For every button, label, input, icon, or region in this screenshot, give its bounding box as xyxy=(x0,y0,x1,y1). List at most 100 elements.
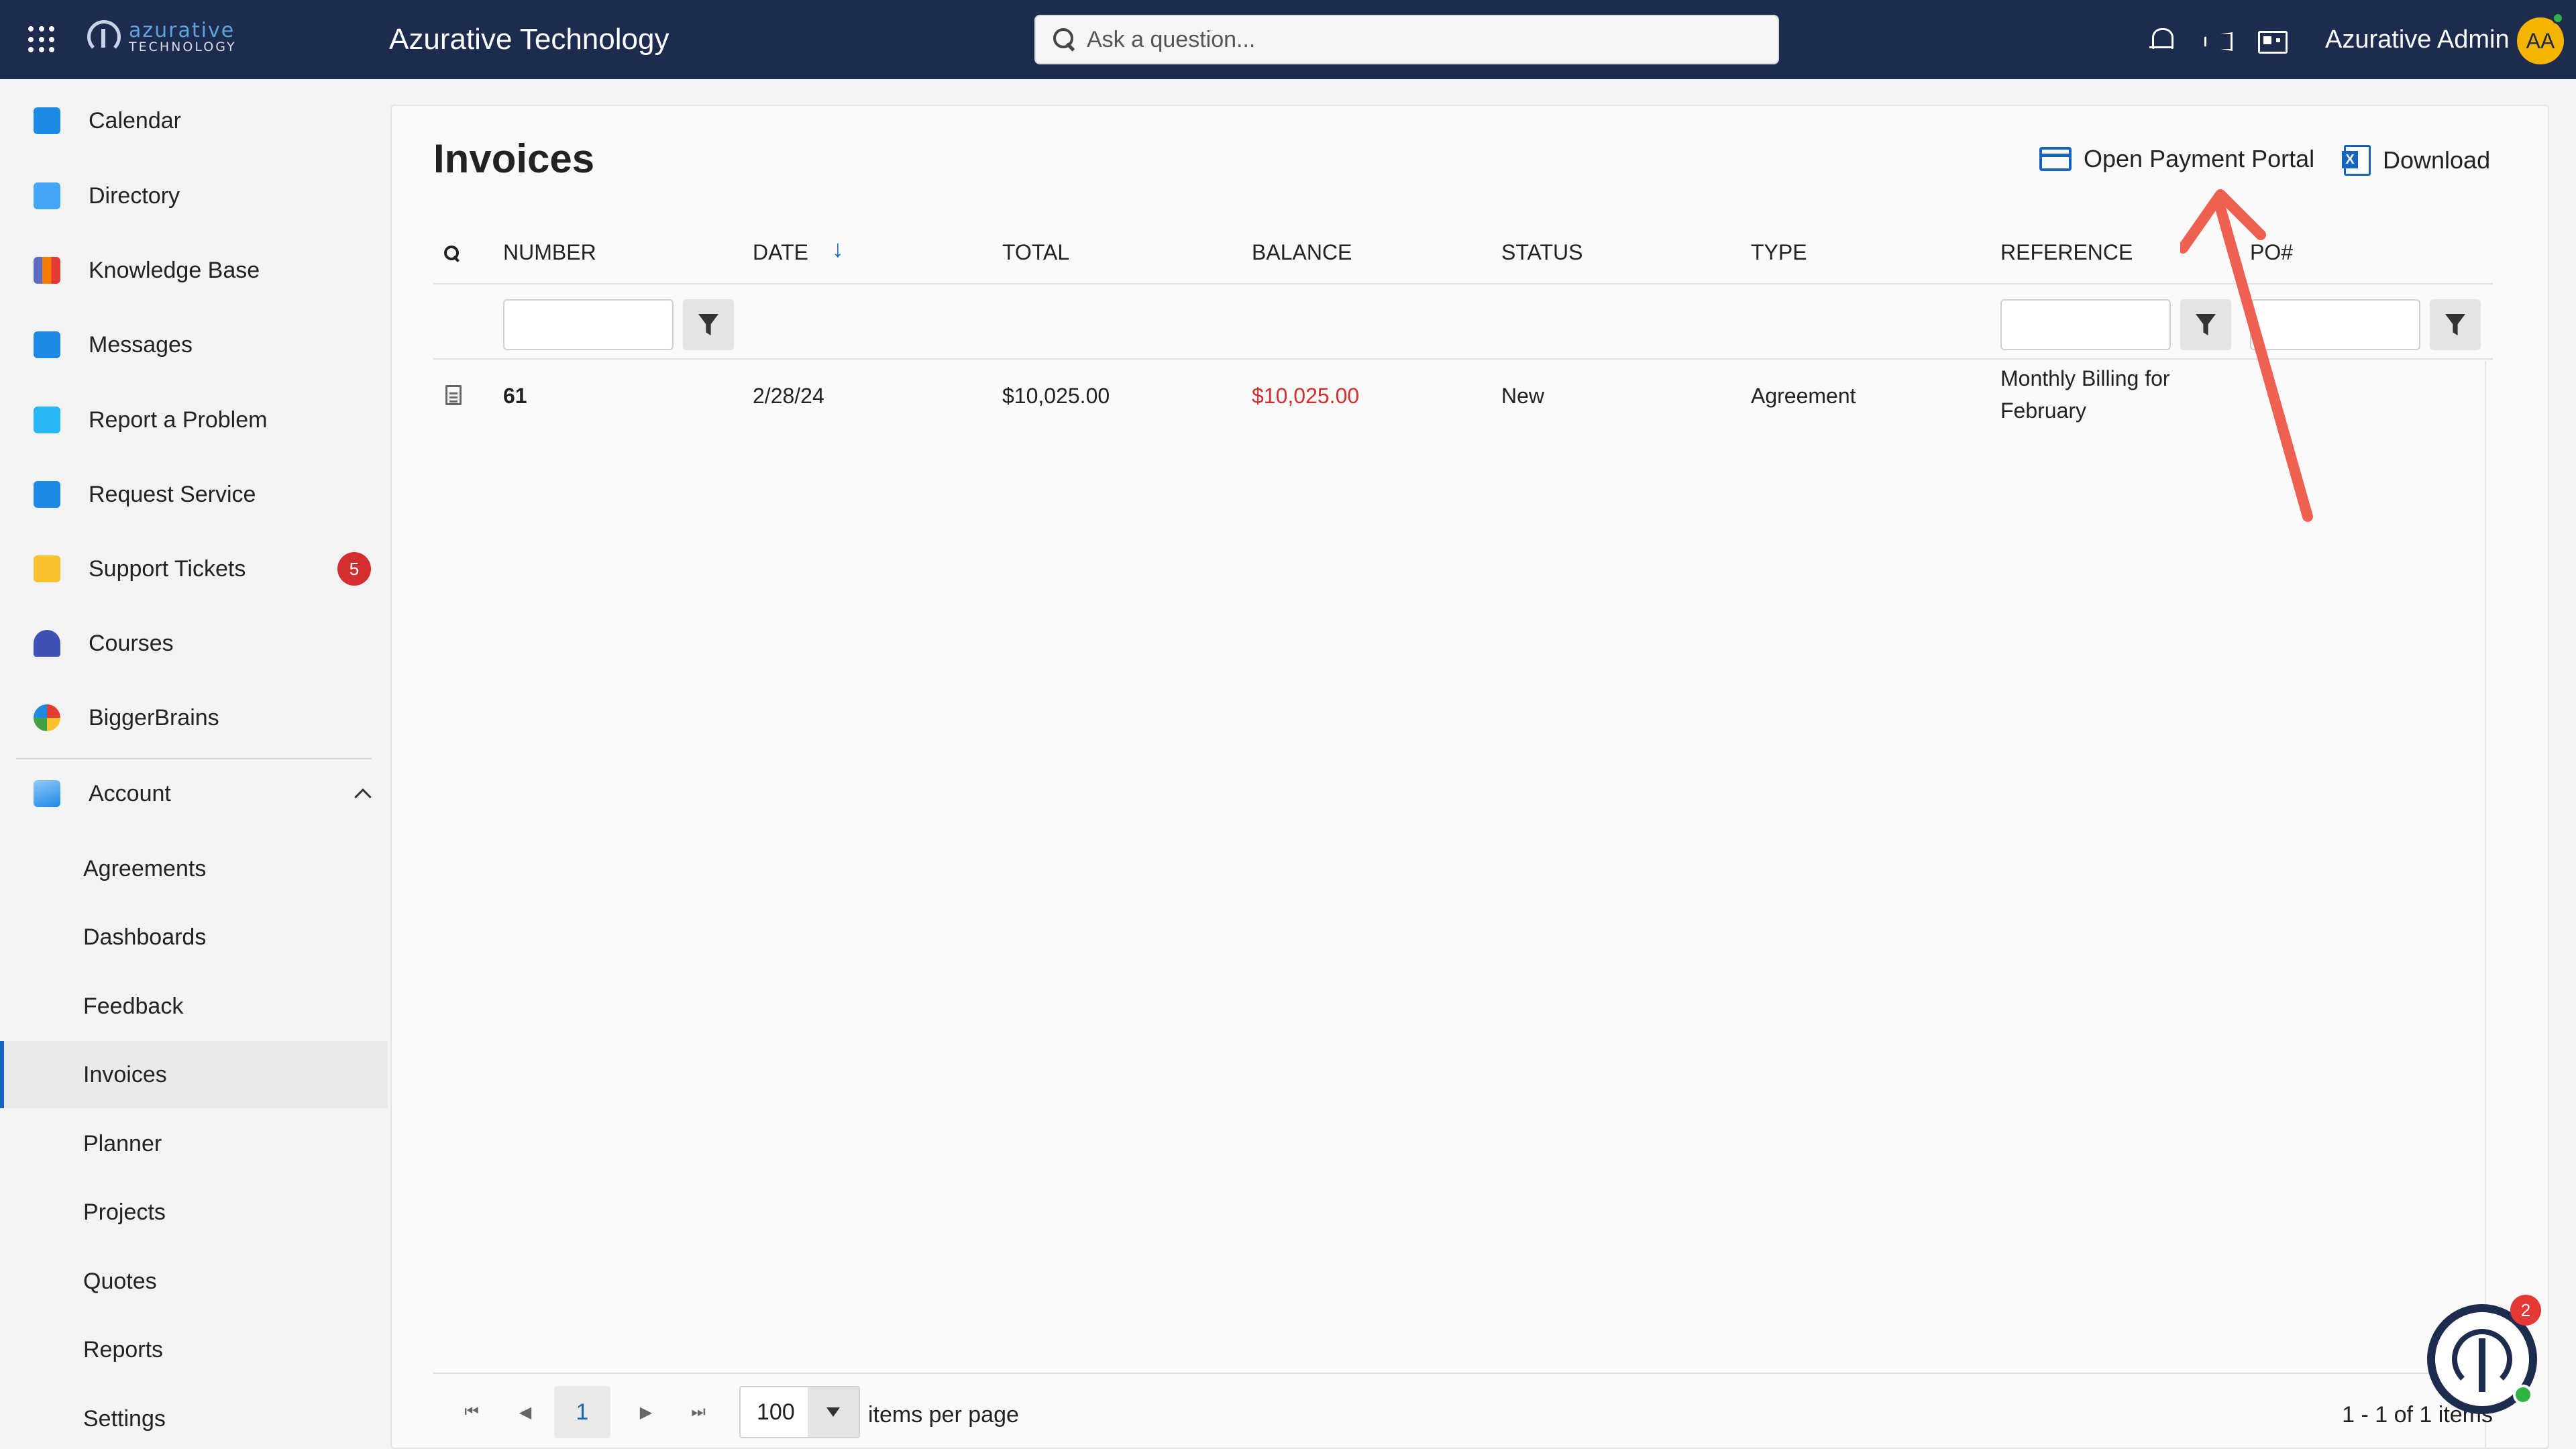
news-icon[interactable] xyxy=(2257,25,2288,55)
clipboard-icon xyxy=(34,407,60,433)
page-size-value: 100 xyxy=(757,1399,795,1425)
page-title: Invoices xyxy=(433,136,595,181)
search-input[interactable] xyxy=(1087,26,1724,53)
sidebar-subitem-invoices[interactable]: Invoices xyxy=(0,1041,388,1108)
download-button[interactable]: Download xyxy=(2342,145,2490,176)
pager: ⏮ ◀ 1 ▶ ⏭ 100 items per page 1 - 1 of 1 … xyxy=(433,1373,2493,1449)
invoice-status-cell: New xyxy=(1501,384,1545,408)
invoice-date-cell: 2/28/24 xyxy=(753,384,824,408)
filter-funnel-icon xyxy=(2445,314,2465,335)
reference-filter-input[interactable] xyxy=(2000,299,2171,350)
app-launcher-icon[interactable] xyxy=(28,26,55,53)
top-bar: azurative TECHNOLOGY Azurative Technolog… xyxy=(0,0,2576,79)
folder-icon xyxy=(34,555,60,582)
user-name[interactable]: Azurative Admin xyxy=(2325,25,2510,54)
previous-page-icon[interactable]: ◀ xyxy=(514,1401,537,1424)
sidebar-item-label: Directory xyxy=(89,182,180,209)
sidebar-subitem-label: Projects xyxy=(83,1199,166,1225)
search-icon xyxy=(1052,27,1077,52)
column-header-date[interactable]: DATE xyxy=(753,240,808,265)
app-title: Azurative Technology xyxy=(389,23,669,56)
sidebar-item-label: Knowledge Base xyxy=(89,257,260,283)
column-header-balance[interactable]: BALANCE xyxy=(1252,240,1352,265)
invoice-document-icon[interactable] xyxy=(445,385,462,405)
sidebar-subitem-settings[interactable]: Settings xyxy=(0,1385,388,1449)
logo-text-line2: TECHNOLOGY xyxy=(129,39,237,54)
sidebar-subitem-feedback[interactable]: Feedback xyxy=(0,973,388,1040)
sidebar-subitem-label: Planner xyxy=(83,1130,162,1157)
annotation-arrow xyxy=(2180,189,2313,522)
sidebar-item-calendar[interactable]: Calendar xyxy=(0,87,388,154)
invoice-balance-cell: $10,025.00 xyxy=(1252,384,1360,408)
tools-icon xyxy=(34,481,60,508)
sidebar-subitem-planner[interactable]: Planner xyxy=(0,1110,388,1177)
company-logo[interactable]: azurative TECHNOLOGY xyxy=(87,20,237,54)
sidebar-subitem-label: Quotes xyxy=(83,1268,157,1294)
sidebar-item-biggerbrains[interactable]: BiggerBrains xyxy=(0,684,388,751)
sidebar-subitem-label: Feedback xyxy=(83,993,184,1019)
notifications-bell-icon[interactable] xyxy=(2147,25,2176,55)
next-page-icon[interactable]: ▶ xyxy=(635,1401,657,1424)
column-header-type[interactable]: TYPE xyxy=(1751,240,1807,265)
sort-descending-icon[interactable]: ↓ xyxy=(832,235,844,263)
page-size-select[interactable]: 100 xyxy=(739,1386,860,1438)
sidebar-item-knowledge-base[interactable]: Knowledge Base xyxy=(0,237,388,304)
directory-icon xyxy=(34,182,60,209)
sidebar-subitem-reports[interactable]: Reports xyxy=(0,1316,388,1383)
sidebar-item-request-service[interactable]: Request Service xyxy=(0,461,388,528)
number-filter-button[interactable] xyxy=(683,299,734,350)
search-icon[interactable] xyxy=(443,244,463,264)
credit-card-icon xyxy=(2039,147,2072,171)
chart-icon xyxy=(34,780,60,807)
column-header-status[interactable]: STATUS xyxy=(1501,240,1582,265)
excel-file-icon xyxy=(2342,145,2371,176)
items-per-page-label: items per page xyxy=(868,1402,1019,1428)
sidebar-item-account[interactable]: Account xyxy=(0,760,388,827)
sidebar-item-report-a-problem[interactable]: Report a Problem xyxy=(0,386,388,453)
search-box[interactable] xyxy=(1034,15,1779,64)
vertical-scrollbar[interactable] xyxy=(2485,361,2486,1449)
first-page-icon[interactable]: ⏮ xyxy=(460,1401,483,1424)
sidebar-item-label: Request Service xyxy=(89,481,256,507)
sidebar-item-label: Report a Problem xyxy=(89,407,268,433)
sidebar-item-label: Account xyxy=(89,780,171,806)
sidebar-item-courses[interactable]: Courses xyxy=(0,610,388,677)
logo-text-line1: azurative xyxy=(129,18,235,42)
user-avatar[interactable]: AA xyxy=(2517,17,2564,64)
sidebar-subitem-label: Agreements xyxy=(83,855,207,881)
sidebar-subitem-agreements[interactable]: Agreements xyxy=(0,835,388,902)
invoice-total-cell: $10,025.00 xyxy=(1002,384,1110,408)
filter-funnel-icon xyxy=(698,314,718,335)
support-tickets-count-badge: 5 xyxy=(337,552,371,586)
chevron-up-icon[interactable] xyxy=(354,788,372,806)
last-page-icon[interactable]: ⏭ xyxy=(687,1401,710,1424)
sidebar-subitem-label: Dashboards xyxy=(83,924,207,950)
sidebar-item-label: BiggerBrains xyxy=(89,704,219,731)
sidebar-item-label: Courses xyxy=(89,630,174,656)
sidebar-item-directory[interactable]: Directory xyxy=(0,162,388,229)
open-payment-portal-label: Open Payment Portal xyxy=(2084,145,2315,172)
column-header-number[interactable]: NUMBER xyxy=(503,240,596,265)
po-filter-button[interactable] xyxy=(2430,299,2481,350)
calendar-icon xyxy=(34,107,60,134)
brain-icon xyxy=(34,704,60,731)
column-header-reference[interactable]: REFERENCE xyxy=(2000,240,2133,265)
sidebar-item-support-tickets[interactable]: Support Tickets 5 xyxy=(0,535,388,602)
number-filter-input[interactable] xyxy=(503,299,674,350)
announcements-megaphone-icon[interactable] xyxy=(2202,25,2231,55)
invoice-number-cell[interactable]: 61 xyxy=(503,384,527,409)
sidebar-subitem-dashboards[interactable]: Dashboards xyxy=(0,904,388,971)
books-icon xyxy=(34,257,60,284)
sidebar-subitem-quotes[interactable]: Quotes xyxy=(0,1248,388,1315)
current-page-button[interactable]: 1 xyxy=(554,1386,610,1438)
help-widget-online-dot xyxy=(2513,1385,2533,1405)
sidebar-subitem-projects[interactable]: Projects xyxy=(0,1179,388,1246)
sidebar-item-messages[interactable]: Messages xyxy=(0,311,388,378)
sidebar-item-label: Calendar xyxy=(89,107,181,133)
invoice-reference-line2: February xyxy=(2000,398,2087,423)
open-payment-portal-button[interactable]: Open Payment Portal xyxy=(2039,145,2314,173)
logo-mark-icon xyxy=(87,20,121,54)
dropdown-arrow-icon[interactable] xyxy=(808,1387,859,1437)
column-header-total[interactable]: TOTAL xyxy=(1002,240,1069,265)
online-status-dot xyxy=(2552,12,2564,24)
